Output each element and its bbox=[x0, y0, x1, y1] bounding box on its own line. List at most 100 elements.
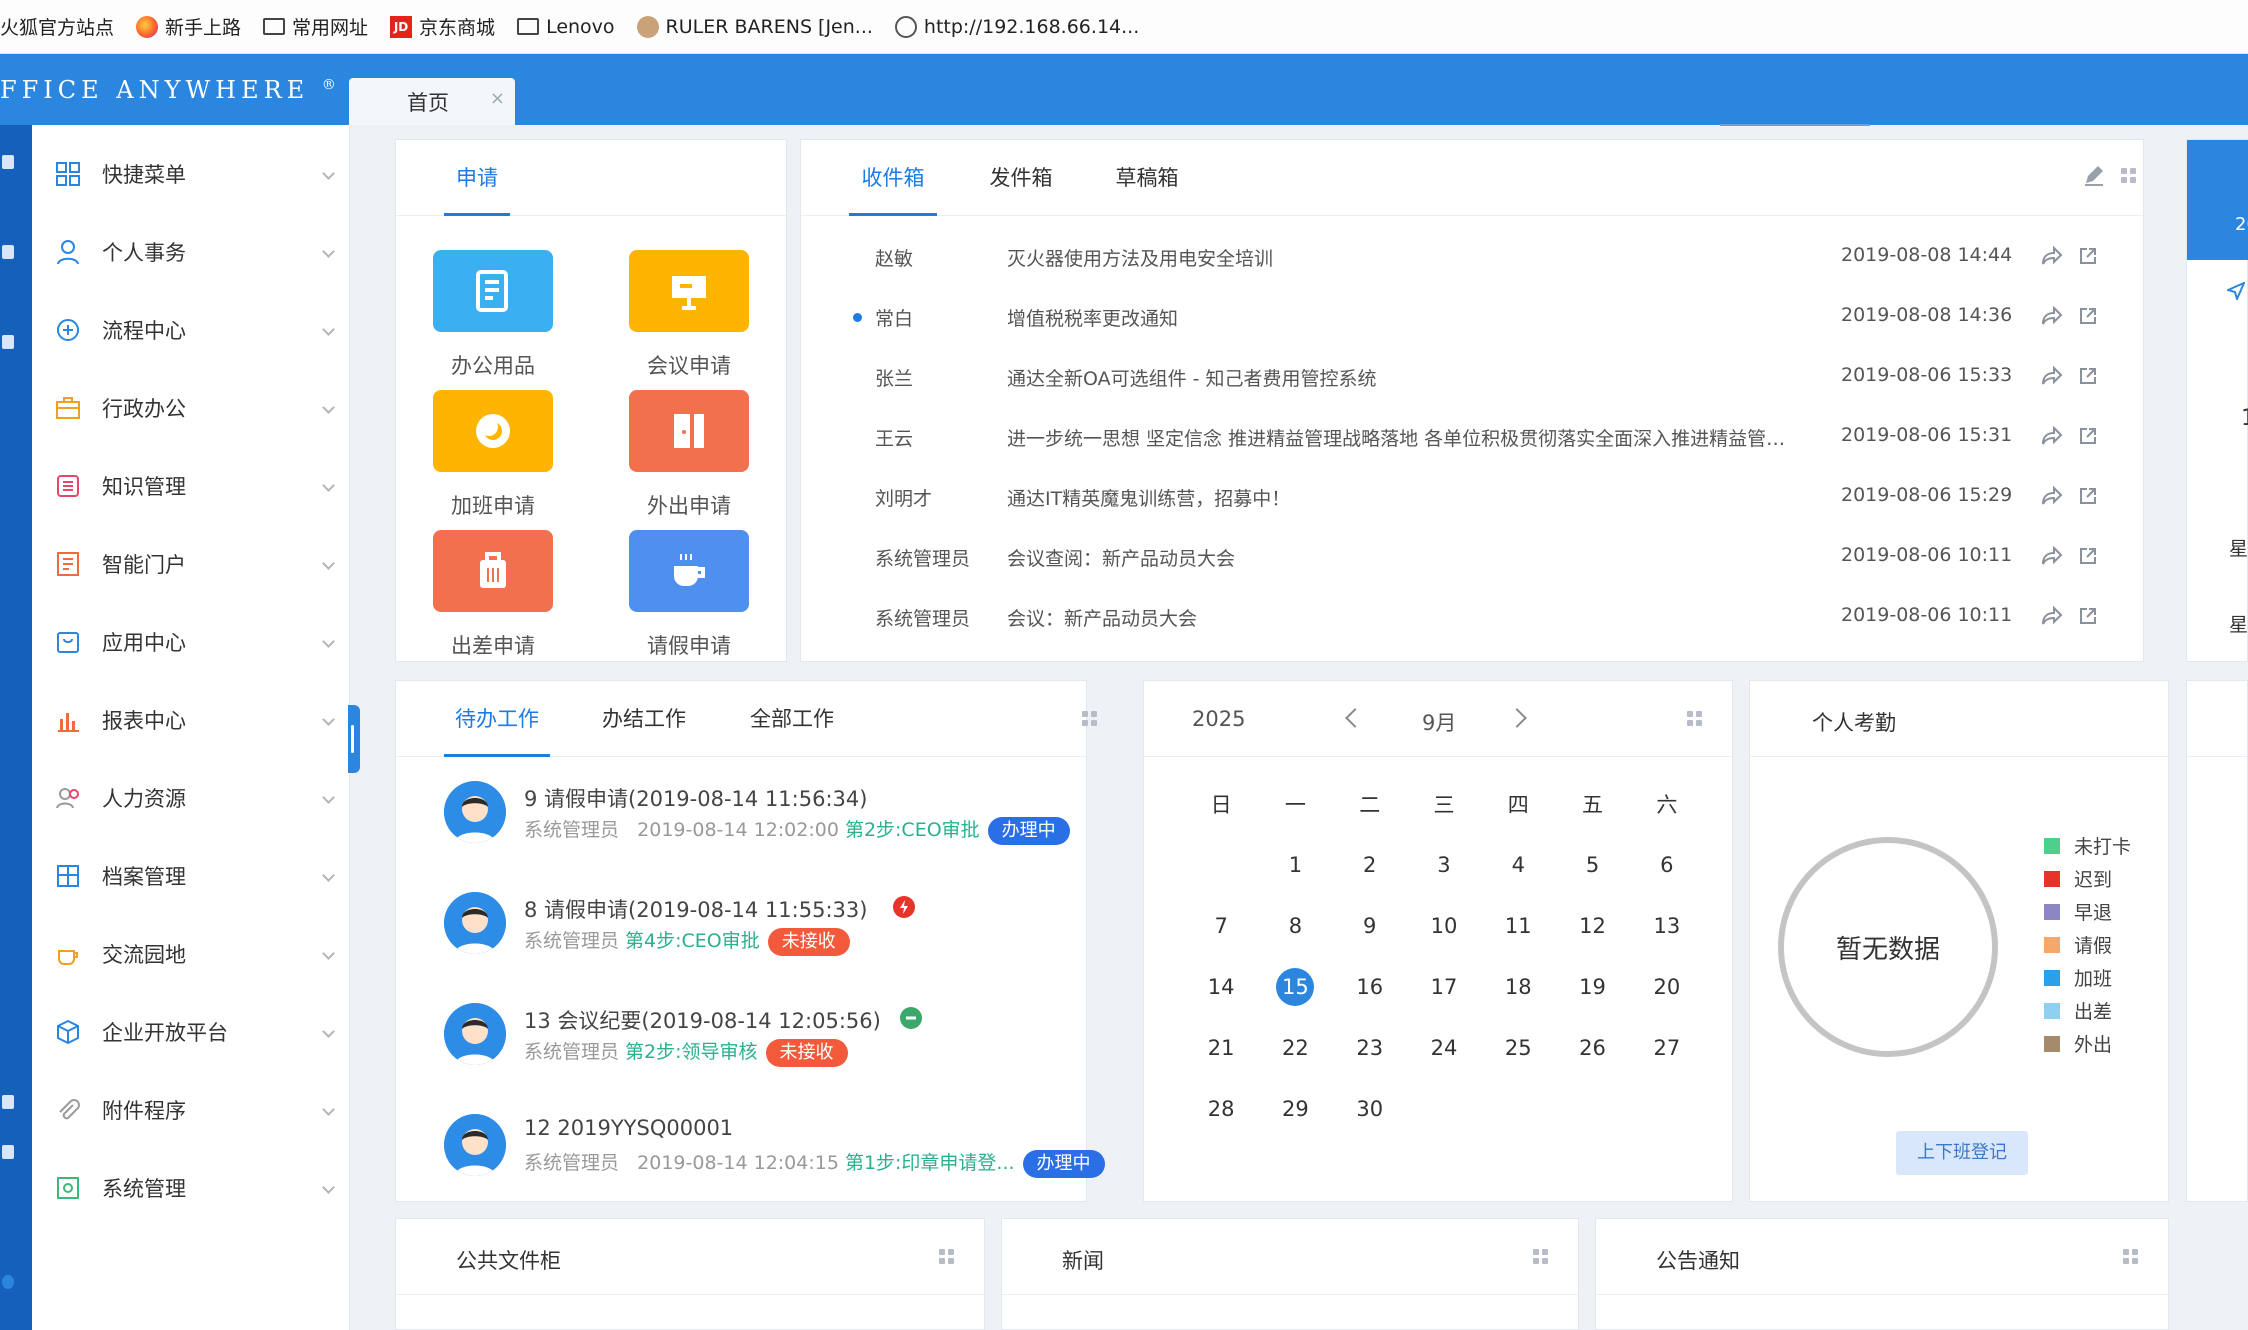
grid-icon[interactable] bbox=[1533, 1249, 1548, 1264]
bookmark-lenovo[interactable]: Lenovo bbox=[517, 16, 615, 38]
calendar-day[interactable]: 1 bbox=[1258, 853, 1332, 877]
calendar-day[interactable]: 13 bbox=[1630, 914, 1704, 938]
tab-apply[interactable]: 申请 bbox=[444, 140, 510, 216]
check-in-button[interactable]: 上下班登记 bbox=[1896, 1131, 2028, 1175]
external-link-icon[interactable] bbox=[2079, 247, 2097, 265]
calendar-day[interactable]: 27 bbox=[1630, 1036, 1704, 1060]
calendar-day[interactable]: 12 bbox=[1555, 914, 1629, 938]
strip-icon[interactable] bbox=[2, 335, 14, 349]
todo-item[interactable]: 9 请假申请(2019-08-14 11:56:34) 系统管理员 2019-08… bbox=[396, 781, 1086, 891]
tab-done[interactable]: 办结工作 bbox=[600, 681, 688, 757]
bookmark-firefox-official[interactable]: 火狐官方站点 bbox=[0, 13, 114, 40]
todo-item[interactable]: 13 会议纪要(2019-08-14 12:05:56) 系统管理员 第2步:领导审… bbox=[396, 1003, 1086, 1113]
calendar-day[interactable]: 9 bbox=[1333, 914, 1407, 938]
todo-title[interactable]: 9 请假申请(2019-08-14 11:56:34) bbox=[524, 783, 867, 813]
calendar-day[interactable]: 8 bbox=[1258, 914, 1332, 938]
calendar-day[interactable]: 10 bbox=[1407, 914, 1481, 938]
edit-icon[interactable] bbox=[2083, 164, 2105, 190]
calendar-day[interactable]: 26 bbox=[1555, 1036, 1629, 1060]
bookmark-local-ip[interactable]: http://192.168.66.14... bbox=[894, 15, 1139, 38]
grid-icon[interactable] bbox=[939, 1249, 954, 1264]
calendar-day[interactable]: 18 bbox=[1481, 975, 1555, 999]
mail-row[interactable]: 刘明才 通达IT精英魔鬼训练营，招募中！ 2019-08-06 15:29 bbox=[801, 466, 2143, 526]
mail-subject[interactable]: 会议：新产品动员大会 bbox=[1007, 604, 1797, 631]
next-month-icon[interactable] bbox=[1507, 708, 1527, 728]
calendar-day[interactable]: 5 bbox=[1555, 853, 1629, 877]
strip-icon[interactable] bbox=[2, 1275, 14, 1289]
calendar-day-today[interactable]: 15 bbox=[1258, 967, 1332, 1006]
forward-icon[interactable] bbox=[2041, 365, 2063, 386]
calendar-day[interactable]: 17 bbox=[1407, 975, 1481, 999]
calendar-day[interactable]: 30 bbox=[1333, 1097, 1407, 1121]
calendar-day[interactable]: 28 bbox=[1184, 1097, 1258, 1121]
external-link-icon[interactable] bbox=[2079, 487, 2097, 505]
sidebar-collapse-handle[interactable] bbox=[348, 705, 360, 773]
todo-item[interactable]: 8 请假申请(2019-08-14 11:55:33) 系统管理员 第4步:CEO审… bbox=[396, 892, 1086, 1002]
calendar-day[interactable]: 2 bbox=[1333, 853, 1407, 877]
forward-icon[interactable] bbox=[2041, 245, 2063, 266]
external-link-icon[interactable] bbox=[2079, 607, 2097, 625]
tab-inbox[interactable]: 收件箱 bbox=[849, 140, 937, 216]
mail-row[interactable]: 赵敏 灭火器使用方法及用电安全培训 2019-08-08 14:44 bbox=[801, 226, 2143, 286]
calendar-day[interactable]: 3 bbox=[1407, 853, 1481, 877]
prev-month-icon[interactable] bbox=[1345, 708, 1365, 728]
strip-icon[interactable] bbox=[2, 1095, 14, 1109]
todo-title[interactable]: 12 2019YYSQ00001 bbox=[524, 1116, 733, 1140]
calendar-day[interactable]: 20 bbox=[1630, 975, 1704, 999]
external-link-icon[interactable] bbox=[2079, 427, 2097, 445]
forward-icon[interactable] bbox=[2041, 305, 2063, 326]
calendar-year[interactable]: 2025 bbox=[1192, 707, 1245, 731]
mail-subject[interactable]: 增值税税率更改通知 bbox=[1007, 304, 1797, 331]
sidebar-item-community[interactable]: 交流园地 bbox=[32, 915, 349, 993]
strip-icon[interactable] bbox=[2, 155, 14, 169]
forward-icon[interactable] bbox=[2041, 485, 2063, 506]
sidebar-item-system[interactable]: 系统管理 bbox=[32, 1149, 349, 1227]
calendar-day[interactable]: 14 bbox=[1184, 975, 1258, 999]
bookmark-ruler-barens[interactable]: RULER BARENS [Jen... bbox=[636, 15, 873, 38]
todo-title[interactable]: 13 会议纪要(2019-08-14 12:05:56) bbox=[524, 1005, 881, 1035]
calendar-day[interactable]: 29 bbox=[1258, 1097, 1332, 1121]
grid-icon[interactable] bbox=[1082, 711, 1097, 726]
sidebar-item-quick-menu[interactable]: 快捷菜单 bbox=[32, 135, 349, 213]
sidebar-item-admin[interactable]: 行政办公 bbox=[32, 369, 349, 447]
grid-icon[interactable] bbox=[1687, 711, 1702, 726]
external-link-icon[interactable] bbox=[2079, 307, 2097, 325]
meeting-request-button[interactable]: 会议申请 bbox=[628, 250, 750, 380]
office-supplies-button[interactable]: 办公用品 bbox=[432, 250, 554, 380]
overtime-request-button[interactable]: 加班申请 bbox=[432, 390, 554, 520]
calendar-day[interactable]: 22 bbox=[1258, 1036, 1332, 1060]
calendar-day[interactable]: 23 bbox=[1333, 1036, 1407, 1060]
tab-all[interactable]: 全部工作 bbox=[748, 681, 836, 757]
calendar-day[interactable]: 21 bbox=[1184, 1036, 1258, 1060]
sidebar-item-reports[interactable]: 报表中心 bbox=[32, 681, 349, 759]
calendar-day[interactable]: 4 bbox=[1481, 853, 1555, 877]
strip-icon[interactable] bbox=[2, 245, 14, 259]
grid-icon[interactable] bbox=[2123, 1249, 2138, 1264]
mail-row[interactable]: 系统管理员 会议查阅：新产品动员大会 2019-08-06 10:11 bbox=[801, 526, 2143, 586]
sidebar-item-hr[interactable]: 人力资源 bbox=[32, 759, 349, 837]
sidebar-item-open-platform[interactable]: 企业开放平台 bbox=[32, 993, 349, 1071]
mail-subject[interactable]: 进一步统一思想 坚定信念 推进精益管理战略落地 各单位积极贯彻落实全面深入推进精… bbox=[1007, 424, 1797, 451]
grid-icon[interactable] bbox=[2121, 168, 2136, 183]
sidebar-item-portal[interactable]: 智能门户 bbox=[32, 525, 349, 603]
mail-row[interactable]: 系统管理员 会议：新产品动员大会 2019-08-06 10:11 bbox=[801, 586, 2143, 646]
calendar-month[interactable]: 9月 bbox=[1422, 707, 1456, 737]
sidebar-item-knowledge[interactable]: 知识管理 bbox=[32, 447, 349, 525]
bookmark-getting-started[interactable]: 新手上路 bbox=[136, 13, 241, 40]
leave-request-button[interactable]: 请假申请 bbox=[628, 530, 750, 660]
business-trip-button[interactable]: 出差申请 bbox=[432, 530, 554, 660]
strip-icon[interactable] bbox=[2, 1145, 14, 1159]
calendar-day[interactable]: 19 bbox=[1555, 975, 1629, 999]
bookmark-jd[interactable]: JD 京东商城 bbox=[390, 13, 495, 40]
external-link-icon[interactable] bbox=[2079, 547, 2097, 565]
mail-subject[interactable]: 通达全新OA可选组件 - 知己者费用管控系统 bbox=[1007, 364, 1797, 391]
mail-subject[interactable]: 灭火器使用方法及用电安全培训 bbox=[1007, 244, 1797, 271]
tab-drafts[interactable]: 草稿箱 bbox=[1113, 140, 1181, 216]
sidebar-item-workflow[interactable]: 流程中心 bbox=[32, 291, 349, 369]
calendar-day[interactable]: 25 bbox=[1481, 1036, 1555, 1060]
mail-subject[interactable]: 会议查阅：新产品动员大会 bbox=[1007, 544, 1797, 571]
send-icon[interactable] bbox=[2225, 281, 2246, 304]
todo-title[interactable]: 8 请假申请(2019-08-14 11:55:33) bbox=[524, 894, 867, 924]
forward-icon[interactable] bbox=[2041, 545, 2063, 566]
outing-request-button[interactable]: 外出申请 bbox=[628, 390, 750, 520]
